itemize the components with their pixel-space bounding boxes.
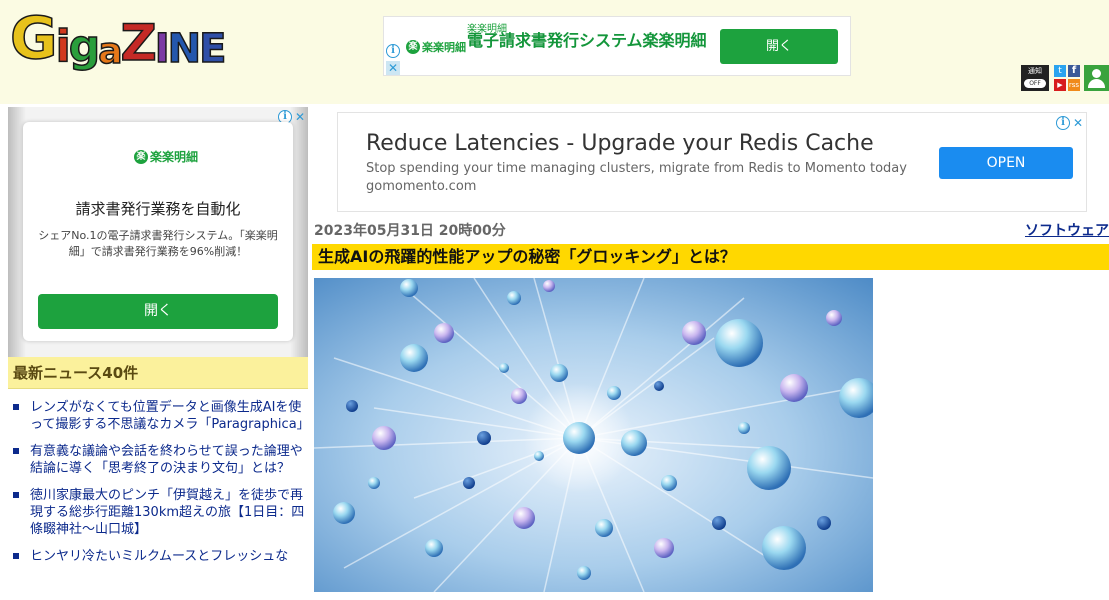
- article-headline[interactable]: 生成AIの飛躍的性能アップの秘密「グロッキング」とは？: [312, 244, 1109, 270]
- ad-close-icon[interactable]: ✕: [293, 110, 307, 124]
- sidebar-ad[interactable]: i ✕ 楽楽楽明細 請求書発行業務を自動化 シェアNo.1の電子請求書発行システ…: [8, 107, 308, 357]
- bullet-icon: [13, 404, 19, 410]
- news-link[interactable]: 徳川家康最大のピンチ「伊賀越え」を徒歩で再現する総歩行距離130km超えの旅【1…: [30, 488, 304, 537]
- brand-mark-icon: 楽: [406, 40, 420, 54]
- youtube-icon[interactable]: ▶: [1054, 79, 1066, 91]
- ad-info-icon[interactable]: i: [1056, 116, 1070, 130]
- notification-toggle-icon[interactable]: 通知 OFF: [1021, 65, 1049, 91]
- bullet-icon: [13, 492, 19, 498]
- twitter-icon[interactable]: t: [1054, 65, 1066, 77]
- list-item: レンズがなくても位置データと画像生成AIを使って撮影する不思議なカメラ「Para…: [8, 399, 310, 433]
- ad-brand-logo: 楽楽楽明細: [406, 39, 466, 55]
- sidebar: i ✕ 楽楽楽明細 請求書発行業務を自動化 シェアNo.1の電子請求書発行システ…: [8, 107, 310, 600]
- brand-mark-icon: 楽: [134, 149, 148, 164]
- ad-open-button[interactable]: 開く: [720, 29, 838, 64]
- ad-title[interactable]: 電子請求書発行システム楽楽明細: [467, 31, 707, 51]
- list-item: 有意義な議論や会話を終わらせて誤った論理や結論に導く「思考終了の決まり文句」とは…: [8, 443, 308, 477]
- bullet-icon: [13, 448, 19, 454]
- article-date: 2023年05月31日 20時00分: [314, 223, 506, 239]
- user-icon[interactable]: [1084, 65, 1109, 91]
- ad-title: 請求書発行業務を自動化: [75, 200, 241, 218]
- header-icons: 通知 OFF t f ▶ rss: [1021, 65, 1109, 92]
- sidebar-ad-card[interactable]: 楽楽楽明細 請求書発行業務を自動化 シェアNo.1の電子請求書発行システム。「楽…: [23, 122, 293, 341]
- news-link[interactable]: ヒンヤリ冷たいミルクムースとフレッシュな: [30, 549, 288, 564]
- ad-info-icon[interactable]: i: [386, 44, 400, 58]
- rss-icon[interactable]: rss: [1068, 79, 1080, 91]
- list-item: 徳川家康最大のピンチ「伊賀越え」を徒歩で再現する総歩行距離130km超えの旅【1…: [8, 487, 308, 538]
- ad-close-icon[interactable]: ✕: [1071, 116, 1085, 130]
- gigazine-logo[interactable]: GigaZINE: [9, 3, 227, 73]
- article-category-link[interactable]: ソフトウェア: [1025, 220, 1109, 240]
- ad-open-button[interactable]: OPEN: [939, 147, 1073, 179]
- main-banner-ad[interactable]: i ✕ Reduce Latencies - Upgrade your Redi…: [337, 112, 1087, 212]
- ad-domain: gomomento.com: [366, 179, 477, 194]
- latest-news-list: レンズがなくても位置データと画像生成AIを使って撮影する不思議なカメラ「Para…: [8, 399, 310, 575]
- facebook-icon[interactable]: f: [1068, 65, 1080, 77]
- list-item: ヒンヤリ冷たいミルクムースとフレッシュな: [8, 548, 308, 565]
- ad-description: Stop spending your time managing cluster…: [366, 161, 907, 176]
- ad-open-button[interactable]: 開く: [38, 294, 278, 329]
- ad-close-icon[interactable]: ✕: [386, 61, 400, 75]
- news-link[interactable]: 有意義な議論や会話を終わらせて誤った論理や結論に導く「思考終了の決まり文句」とは…: [30, 444, 303, 476]
- article-hero-image[interactable]: [314, 278, 873, 592]
- ad-description: シェアNo.1の電子請求書発行システム。「楽楽明細」で請求書発行業務を96%削減…: [38, 229, 278, 258]
- bullet-icon: [13, 553, 19, 559]
- news-link[interactable]: レンズがなくても位置データと画像生成AIを使って撮影する不思議なカメラ「Para…: [30, 400, 310, 432]
- main-content: i ✕ Reduce Latencies - Upgrade your Redi…: [312, 106, 1109, 600]
- top-banner-ad[interactable]: i ✕ 楽楽楽明細 楽楽明細 電子請求書発行システム楽楽明細 開く: [383, 16, 851, 76]
- site-header: GigaZINE i ✕ 楽楽楽明細 楽楽明細 電子請求書発行システム楽楽明細 …: [0, 0, 1109, 104]
- latest-news-heading: 最新ニュース40件: [8, 357, 308, 389]
- ad-title[interactable]: Reduce Latencies - Upgrade your Redis Ca…: [366, 131, 874, 156]
- ad-brand-logo: 楽楽楽明細: [134, 148, 198, 165]
